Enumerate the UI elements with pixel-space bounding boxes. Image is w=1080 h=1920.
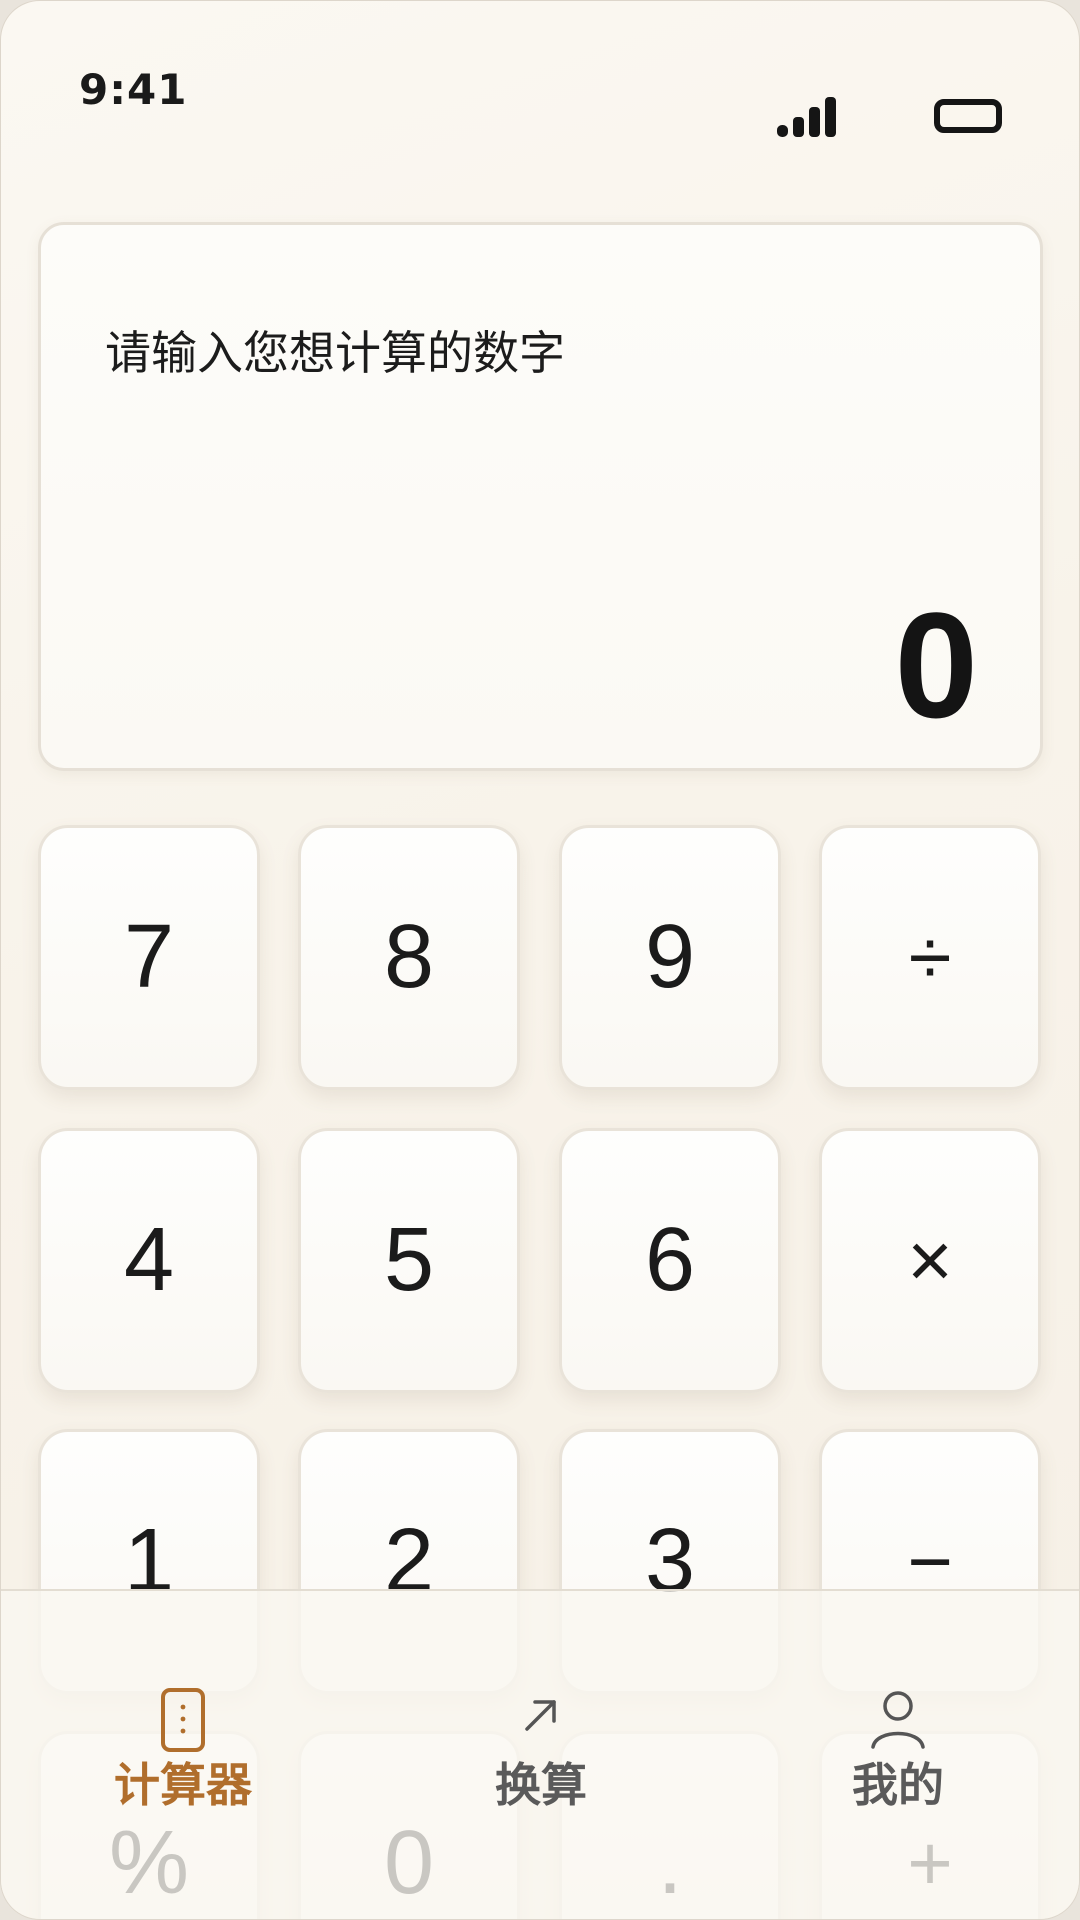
tab-calculator-label: 计算器 [114, 1758, 252, 1812]
key-7[interactable]: 7 [38, 825, 260, 1090]
key-5[interactable]: 5 [298, 1128, 520, 1393]
key-4[interactable]: 4 [38, 1128, 260, 1393]
phone-screen: 9:41 请输入您想计算的数字 0 7 8 9 ÷ 4 5 6 × 1 2 3 … [0, 0, 1080, 1920]
key-divide[interactable]: ÷ [819, 825, 1041, 1090]
bottom-tab-bar: 计算器 换算 我的 [1, 1589, 1079, 1919]
key-multiply[interactable]: × [819, 1128, 1041, 1393]
tab-calculator[interactable]: 计算器 [63, 1591, 303, 1851]
key-8[interactable]: 8 [298, 825, 520, 1090]
key-9[interactable]: 9 [559, 825, 781, 1090]
arrow-up-right-icon [525, 1700, 556, 1731]
tab-convert[interactable]: 换算 [421, 1591, 661, 1851]
tab-me[interactable]: 我的 [778, 1591, 1018, 1851]
calculator-icon [161, 1688, 205, 1752]
user-icon [871, 1691, 925, 1749]
key-6[interactable]: 6 [559, 1128, 781, 1393]
tab-me-label: 我的 [852, 1758, 944, 1812]
tab-convert-label: 换算 [495, 1758, 587, 1812]
